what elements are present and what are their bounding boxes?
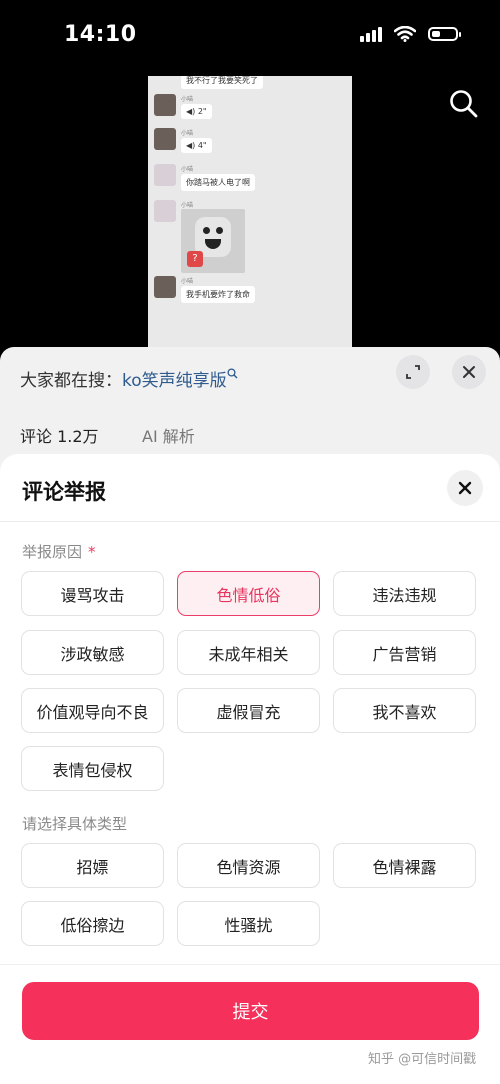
chat-nick: 小喵: [181, 96, 194, 103]
reason-section-label: 举报原因 *: [22, 541, 96, 562]
sticker-image: ?: [181, 209, 245, 273]
chat-bubble: 你踏马被人电了啊: [181, 174, 255, 191]
reason-chip[interactable]: 广告营销: [333, 630, 476, 675]
watermark: 知乎 @可信时间戳: [368, 1052, 477, 1067]
avatar: [154, 200, 176, 222]
chat-nick: 小喵: [181, 130, 194, 137]
search-small-icon: [227, 368, 238, 379]
reason-chip[interactable]: 表情包侵权: [21, 746, 164, 791]
panel-close-button[interactable]: [452, 355, 486, 389]
hot-search-keyword[interactable]: ko笑声纯享版: [122, 371, 227, 391]
sticker-badge: ?: [187, 251, 203, 267]
divider: [0, 521, 500, 522]
reason-label: 举报原因: [22, 543, 83, 561]
expand-icon: [406, 365, 420, 379]
status-icons: [360, 26, 461, 42]
sheet-close-button[interactable]: [447, 470, 483, 506]
report-sheet: 评论举报 举报原因 * 谩骂攻击 色情低俗 违法违规 涉政敏感 未成年相关 广告营…: [0, 454, 500, 1084]
avatar: [154, 276, 176, 298]
reason-chip[interactable]: 涉政敏感: [21, 630, 164, 675]
hot-search[interactable]: 大家都在搜：ko笑声纯享版: [20, 366, 238, 391]
reason-chip[interactable]: 未成年相关: [177, 630, 320, 675]
reason-chip[interactable]: 虚假冒充: [177, 688, 320, 733]
tab-ai-analysis[interactable]: AI 解析: [142, 423, 195, 447]
reason-chip[interactable]: 我不喜欢: [333, 688, 476, 733]
voice-bubble: ◀) 2": [181, 104, 212, 119]
video-preview[interactable]: 我不行了我要笑死了 小喵 ◀) 2" 小喵 ◀) 4" 小喵 你踏马被人电了啊 …: [148, 76, 352, 352]
reason-chip[interactable]: 价值观导向不良: [21, 688, 164, 733]
battery-icon: [428, 27, 461, 41]
divider: [0, 964, 500, 965]
close-icon: [463, 366, 475, 378]
avatar: [154, 164, 176, 186]
chat-nick: 小喵: [181, 166, 194, 173]
voice-bubble: ◀) 4": [181, 138, 212, 153]
chat-bubble: 我手机要炸了救命: [181, 286, 255, 303]
search-icon[interactable]: [448, 88, 480, 120]
close-icon: [458, 481, 472, 495]
subtype-chip[interactable]: 色情裸露: [333, 843, 476, 888]
chat-nick: 小喵: [181, 278, 194, 285]
hot-search-prefix: 大家都在搜：: [20, 371, 122, 391]
wifi-icon: [394, 26, 416, 42]
subtype-section-label: 请选择具体类型: [22, 815, 128, 833]
required-mark: *: [88, 543, 96, 561]
signal-icon: [360, 26, 382, 42]
subtype-chip[interactable]: 招嫖: [21, 843, 164, 888]
subtype-chip[interactable]: 低俗擦边: [21, 901, 164, 946]
avatar: [154, 128, 176, 150]
chat-bubble: 我不行了我要笑死了: [181, 76, 263, 89]
reason-chip[interactable]: 谩骂攻击: [21, 571, 164, 616]
tab-comments[interactable]: 评论 1.2万: [20, 423, 99, 447]
subtype-chip[interactable]: 性骚扰: [177, 901, 320, 946]
subtype-chip[interactable]: 色情资源: [177, 843, 320, 888]
avatar: [154, 94, 176, 116]
submit-button[interactable]: 提交: [22, 982, 479, 1040]
chat-nick: 小喵: [181, 202, 194, 209]
sheet-title: 评论举报: [22, 480, 106, 504]
expand-button[interactable]: [396, 355, 430, 389]
status-bar: 14:10: [0, 0, 500, 76]
reason-chip[interactable]: 违法违规: [333, 571, 476, 616]
reason-chip-selected[interactable]: 色情低俗: [177, 571, 320, 616]
status-time: 14:10: [64, 22, 137, 47]
